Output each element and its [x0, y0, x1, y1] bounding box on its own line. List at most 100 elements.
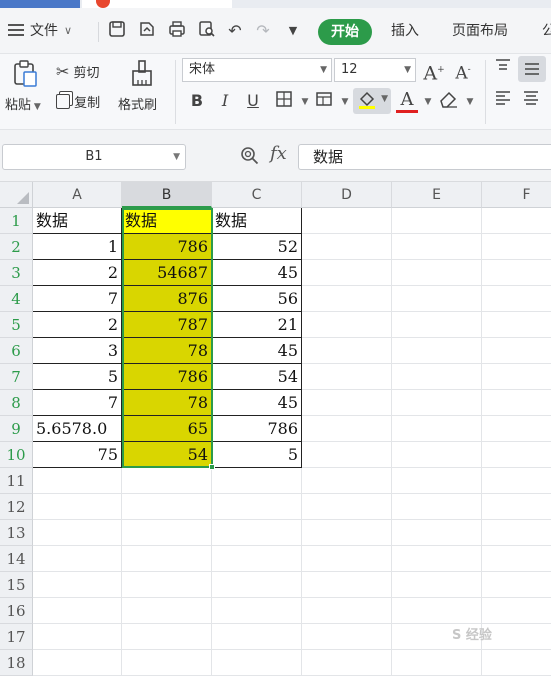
cell-c10[interactable]: 5 — [212, 442, 302, 468]
eraser-icon[interactable] — [438, 90, 460, 112]
fill-color-dropdown-icon[interactable]: ▼ — [381, 94, 388, 104]
cell-a14[interactable] — [33, 546, 122, 572]
cell-c9[interactable]: 786 — [212, 416, 302, 442]
cell-c18[interactable] — [212, 650, 302, 676]
align-middle-icon[interactable] — [518, 56, 546, 82]
row-header-12[interactable]: 12 — [0, 494, 33, 520]
zoom-formula-icon[interactable] — [240, 146, 260, 170]
cell-b13[interactable] — [122, 520, 212, 546]
column-header-e[interactable]: E — [392, 182, 482, 208]
fill-color-button[interactable]: ▼ — [353, 88, 391, 114]
column-header-f[interactable]: F — [482, 182, 551, 208]
cell-a9[interactable]: 5.6578.0 — [33, 416, 122, 442]
cell-c2[interactable]: 52 — [212, 234, 302, 260]
tab-insert[interactable]: 插入 — [391, 20, 419, 42]
row-header-7[interactable]: 7 — [0, 364, 33, 390]
cell-e8[interactable] — [392, 390, 482, 416]
cell-c6[interactable]: 45 — [212, 338, 302, 364]
cell-d14[interactable] — [302, 546, 392, 572]
formula-input[interactable]: 数据 — [298, 144, 551, 170]
cell-e2[interactable] — [392, 234, 482, 260]
insert-function-button[interactable]: fx — [270, 143, 287, 164]
row-header-1[interactable]: 1 — [0, 208, 33, 234]
cell-c1[interactable]: 数据 — [212, 208, 302, 234]
cell-b4[interactable]: 876 — [122, 286, 212, 312]
row-header-11[interactable]: 11 — [0, 468, 33, 494]
cell-b12[interactable] — [122, 494, 212, 520]
cell-style-icon[interactable] — [313, 90, 335, 112]
row-header-8[interactable]: 8 — [0, 390, 33, 416]
quick-access-dropdown-icon[interactable]: ▼ — [282, 20, 304, 42]
cell-a12[interactable] — [33, 494, 122, 520]
cell-b11[interactable] — [122, 468, 212, 494]
cell-e14[interactable] — [392, 546, 482, 572]
paste-button[interactable]: 粘贴 ▼ — [5, 94, 41, 113]
cell-c17[interactable] — [212, 624, 302, 650]
cell-f4[interactable] — [482, 286, 551, 312]
cell-a10[interactable]: 75 — [33, 442, 122, 468]
align-left-icon[interactable] — [492, 90, 514, 112]
cell-d16[interactable] — [302, 598, 392, 624]
cell-e9[interactable] — [392, 416, 482, 442]
row-header-14[interactable]: 14 — [0, 546, 33, 572]
cell-a11[interactable] — [33, 468, 122, 494]
cell-a16[interactable] — [33, 598, 122, 624]
cell-a13[interactable] — [33, 520, 122, 546]
cell-d8[interactable] — [302, 390, 392, 416]
cell-c15[interactable] — [212, 572, 302, 598]
cell-a8[interactable]: 7 — [33, 390, 122, 416]
cell-f15[interactable] — [482, 572, 551, 598]
cell-f12[interactable] — [482, 494, 551, 520]
row-header-9[interactable]: 9 — [0, 416, 33, 442]
row-header-16[interactable]: 16 — [0, 598, 33, 624]
cell-e1[interactable] — [392, 208, 482, 234]
paste-icon[interactable] — [12, 60, 38, 88]
cell-b8[interactable]: 78 — [122, 390, 212, 416]
cell-e7[interactable] — [392, 364, 482, 390]
cell-d2[interactable] — [302, 234, 392, 260]
cell-f10[interactable] — [482, 442, 551, 468]
cell-d11[interactable] — [302, 468, 392, 494]
clear-dropdown-icon[interactable]: ▼ — [459, 91, 481, 113]
cell-f17[interactable] — [482, 624, 551, 650]
cell-d3[interactable] — [302, 260, 392, 286]
row-header-6[interactable]: 6 — [0, 338, 33, 364]
cell-c5[interactable]: 21 — [212, 312, 302, 338]
cell-f18[interactable] — [482, 650, 551, 676]
paste-dropdown-icon[interactable]: ▼ — [31, 102, 41, 112]
file-menu[interactable]: 文件 ∨ — [8, 20, 72, 40]
cell-b1[interactable]: 数据 — [122, 208, 212, 234]
redo-icon[interactable]: ↷ — [252, 20, 274, 42]
font-color-button[interactable]: A — [396, 89, 418, 113]
column-header-b[interactable]: B — [122, 182, 212, 208]
cell-a17[interactable] — [33, 624, 122, 650]
cell-e15[interactable] — [392, 572, 482, 598]
cell-e3[interactable] — [392, 260, 482, 286]
cell-f1[interactable] — [482, 208, 551, 234]
cell-b15[interactable] — [122, 572, 212, 598]
cell-d17[interactable] — [302, 624, 392, 650]
cell-d13[interactable] — [302, 520, 392, 546]
cell-d15[interactable] — [302, 572, 392, 598]
cell-a7[interactable]: 5 — [33, 364, 122, 390]
row-header-13[interactable]: 13 — [0, 520, 33, 546]
row-header-18[interactable]: 18 — [0, 650, 33, 676]
active-doc-tab[interactable] — [0, 0, 80, 8]
font-size-select[interactable]: 12 ▼ — [334, 58, 416, 82]
cell-e18[interactable] — [392, 650, 482, 676]
italic-button[interactable]: I — [214, 90, 236, 112]
font-name-select[interactable]: 宋体 ▼ — [182, 58, 332, 82]
row-header-4[interactable]: 4 — [0, 286, 33, 312]
undo-icon[interactable]: ↶ — [224, 20, 246, 42]
cell-a3[interactable]: 2 — [33, 260, 122, 286]
cell-b14[interactable] — [122, 546, 212, 572]
column-header-a[interactable]: A — [33, 182, 122, 208]
bold-button[interactable]: B — [186, 90, 208, 112]
cell-e11[interactable] — [392, 468, 482, 494]
tab-page-layout[interactable]: 页面布局 — [452, 20, 508, 42]
cell-a1[interactable]: 数据 — [33, 208, 122, 234]
cell-d9[interactable] — [302, 416, 392, 442]
fill-handle[interactable] — [209, 464, 215, 470]
cell-f16[interactable] — [482, 598, 551, 624]
row-header-17[interactable]: 17 — [0, 624, 33, 650]
